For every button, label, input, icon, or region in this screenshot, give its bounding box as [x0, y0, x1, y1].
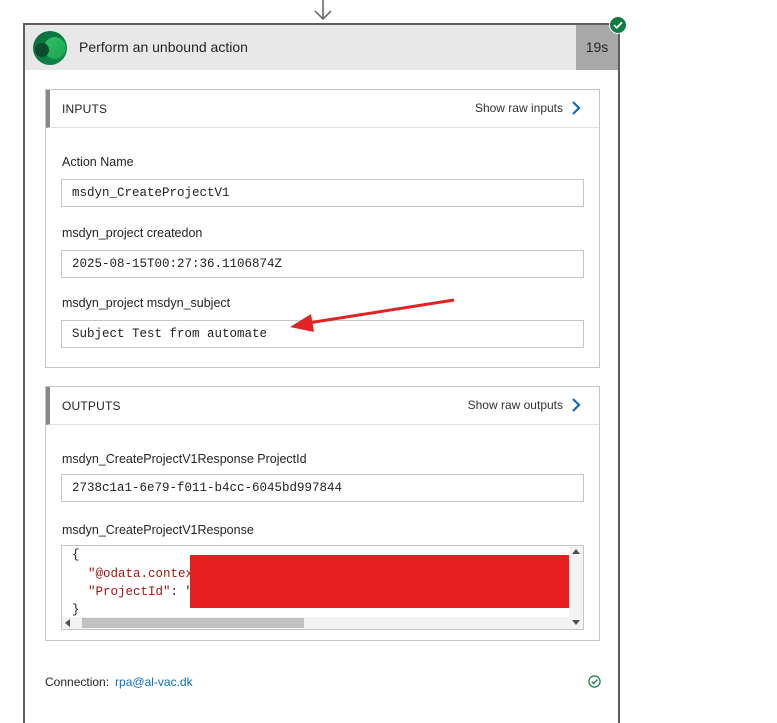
annotation-arrow-icon — [290, 298, 455, 332]
show-raw-inputs-label: Show raw inputs — [474, 101, 563, 115]
outputs-title: OUTPUTS — [62, 399, 121, 413]
scroll-arrows-icon — [572, 549, 580, 625]
action-name-label: Action Name — [62, 155, 134, 169]
inputs-section-header: INPUTS Show raw inputs — [46, 90, 599, 128]
connection-ok-icon — [588, 675, 601, 688]
action-title: Perform an unbound action — [79, 39, 248, 55]
subject-label: msdyn_project msdyn_subject — [62, 296, 231, 310]
chevron-right-icon — [572, 101, 581, 115]
show-raw-outputs-label: Show raw outputs — [467, 398, 563, 412]
project-id-label: msdyn_CreateProjectV1Response ProjectId — [62, 452, 307, 466]
vertical-scrollbar[interactable] — [569, 546, 583, 629]
action-name-field[interactable]: msdyn_CreateProjectV1 — [61, 179, 584, 207]
json-close-brace: } — [72, 603, 80, 617]
json-key-projectid: "ProjectId" — [88, 585, 171, 599]
json-open-brace: { — [72, 548, 80, 562]
json-key-odata-context: "@odata.contex — [88, 567, 194, 581]
action-card: Perform an unbound action 19s INPUTS Sho… — [23, 23, 620, 723]
horizontal-scrollbar[interactable] — [62, 617, 571, 629]
json-line-projectid: "ProjectId": " — [88, 585, 193, 599]
response-label: msdyn_CreateProjectV1Response — [62, 523, 254, 537]
inputs-title: INPUTS — [62, 102, 108, 116]
dataverse-logo-icon — [33, 31, 67, 65]
outputs-section-header: OUTPUTS Show raw outputs — [46, 387, 599, 425]
project-id-field[interactable]: 2738c1a1-6e79-f011-b4cc-6045bd997844 — [61, 474, 584, 502]
createdon-label: msdyn_project createdon — [62, 226, 203, 240]
outputs-section: OUTPUTS Show raw outputs msdyn_CreatePro… — [45, 386, 600, 641]
show-raw-outputs-button[interactable]: Show raw outputs — [468, 397, 581, 413]
success-check-icon — [609, 16, 627, 34]
flow-connector-arrow-icon — [314, 0, 332, 21]
json-line-context: "@odata.contex — [88, 567, 193, 581]
response-json-viewer[interactable]: { "@odata.contex ata "ProjectId": " } — [61, 545, 584, 630]
horizontal-scroll-thumb[interactable] — [82, 618, 304, 628]
redaction-block — [190, 555, 570, 608]
show-raw-inputs-button[interactable]: Show raw inputs — [475, 100, 581, 116]
createdon-field[interactable]: 2025-08-15T00:27:36.1106874Z — [61, 250, 584, 278]
action-card-header[interactable]: Perform an unbound action 19s — [25, 25, 618, 70]
chevron-right-icon — [572, 398, 581, 412]
scroll-left-arrow-icon — [65, 619, 70, 627]
